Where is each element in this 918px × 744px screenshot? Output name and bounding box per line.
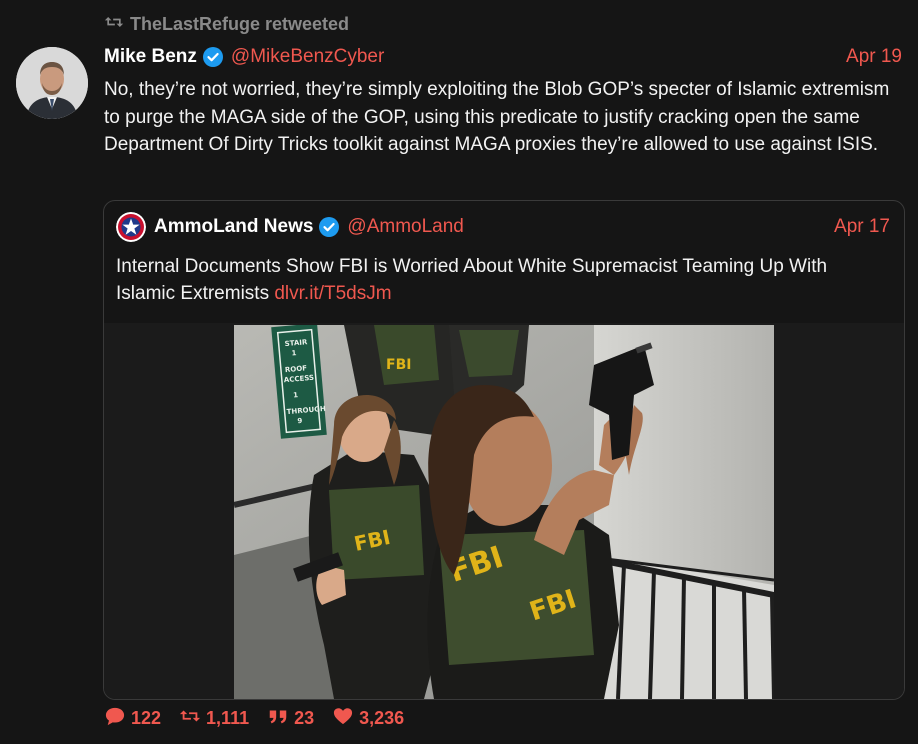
fbi-agents-photo[interactable]: STAIR 1 ROOF ACCESS 1 THROUGH 9 FBI FBI — [234, 325, 774, 699]
quoted-tweet-body: Internal Documents Show FBI is Worried A… — [116, 256, 828, 304]
retweet-icon — [179, 706, 201, 731]
retweet-icon — [104, 14, 124, 35]
reply-count: 122 — [131, 708, 162, 728]
author-handle[interactable]: @MikeBenzCyber — [231, 46, 384, 68]
reply-icon — [104, 706, 126, 731]
retweet-indicator: TheLastRefuge retweeted — [104, 14, 349, 35]
tweet-date[interactable]: Apr 19 — [846, 46, 902, 68]
tweet-header: Mike Benz @MikeBenzCyber Apr 19 — [104, 44, 902, 70]
retweet-count: 1,111 — [206, 708, 250, 728]
engagement-stats: 122 1,111 23 3,236 — [104, 706, 404, 731]
quoted-tweet-header: AmmoLand News @AmmoLand Apr 17 — [116, 212, 890, 242]
quoted-author-avatar[interactable] — [116, 212, 146, 242]
quoted-author-name[interactable]: AmmoLand News — [154, 216, 313, 238]
quote-icon — [267, 706, 289, 731]
author-avatar[interactable] — [16, 47, 88, 119]
quote-button[interactable]: 23 — [267, 706, 314, 731]
svg-text:1: 1 — [293, 391, 299, 399]
retweet-label: TheLastRefuge retweeted — [130, 14, 350, 34]
quoted-tweet-date[interactable]: Apr 17 — [834, 216, 890, 238]
quoted-tweet-text: Internal Documents Show FBI is Worried A… — [116, 253, 886, 307]
tweet-text: No, they’re not worried, they’re simply … — [104, 79, 890, 155]
quoted-tweet-link[interactable]: dlvr.it/T5dsJm — [274, 283, 391, 304]
quote-count: 23 — [294, 708, 315, 728]
svg-text:1: 1 — [291, 349, 297, 357]
verified-badge-icon — [319, 217, 340, 237]
quoted-tweet-media[interactable]: STAIR 1 ROOF ACCESS 1 THROUGH 9 FBI FBI — [104, 323, 904, 699]
svg-text:FBI: FBI — [386, 357, 411, 373]
retweet-button[interactable]: 1,111 — [179, 706, 249, 731]
like-count: 3,236 — [359, 708, 405, 728]
svg-text:9: 9 — [297, 417, 303, 425]
like-button[interactable]: 3,236 — [332, 706, 404, 731]
author-name[interactable]: Mike Benz — [104, 46, 197, 68]
reply-button[interactable]: 122 — [104, 706, 161, 731]
verified-badge-icon — [202, 47, 223, 67]
quoted-tweet[interactable]: AmmoLand News @AmmoLand Apr 17 Internal … — [103, 200, 905, 700]
quoted-author-handle[interactable]: @AmmoLand — [347, 216, 463, 238]
heart-icon — [332, 706, 354, 731]
